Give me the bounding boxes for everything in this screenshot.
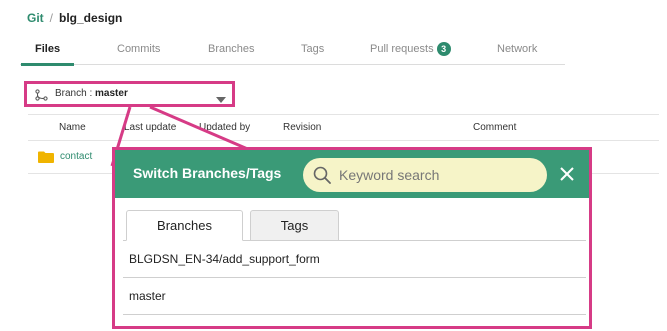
tab-branches[interactable]: Branches	[208, 41, 254, 65]
tab-tags[interactable]: Tags	[301, 41, 324, 65]
file-name-link[interactable]: contact	[60, 151, 92, 162]
repo-tabs: Files Commits Branches Tags Pull request…	[20, 41, 565, 66]
column-revision[interactable]: Revision	[283, 122, 321, 133]
keyword-search-input[interactable]	[339, 165, 535, 185]
pull-requests-count-badge: 3	[436, 42, 451, 56]
tab-tags-modal[interactable]: Tags	[250, 210, 339, 241]
column-comment[interactable]: Comment	[473, 122, 516, 133]
tab-tags-label: Tags	[301, 43, 325, 55]
tab-commits-label: Commits	[117, 43, 161, 55]
tab-commits[interactable]: Commits	[117, 41, 160, 65]
tab-branches-label: Branches	[208, 43, 255, 55]
close-icon[interactable]	[559, 166, 575, 187]
branch-selector[interactable]: Branch : master	[24, 81, 235, 107]
tab-network-label: Network	[497, 43, 538, 55]
branch-list-item[interactable]: master	[123, 278, 586, 315]
branch-selector-label: Branch : master	[55, 88, 128, 99]
tab-pull-requests[interactable]: Pull requests 3	[370, 41, 451, 65]
branch-prefix: Branch :	[55, 88, 93, 99]
branch-icon	[35, 88, 48, 106]
switch-branches-modal: Switch Branches/Tags Branches Tags BLGDS…	[112, 147, 592, 329]
breadcrumb-separator: /	[49, 11, 54, 25]
breadcrumb-root-link[interactable]: Git	[27, 11, 44, 25]
tab-network[interactable]: Network	[497, 41, 537, 65]
search-icon	[313, 166, 331, 189]
tab-pull-requests-label: Pull requests	[370, 43, 434, 55]
folder-icon	[38, 150, 54, 168]
column-updated-by[interactable]: Updated by	[199, 122, 250, 133]
modal-tabs: Branches Tags	[123, 210, 586, 241]
column-name[interactable]: Name	[59, 122, 86, 133]
breadcrumb: Git / blg_design	[27, 11, 122, 25]
column-last-update[interactable]: Last update	[124, 122, 176, 133]
modal-header: Switch Branches/Tags	[115, 150, 589, 198]
current-branch: master	[95, 88, 128, 99]
keyword-search-box[interactable]	[303, 158, 547, 192]
tab-files-label: Files	[35, 43, 61, 55]
tab-files[interactable]: Files	[20, 41, 75, 66]
repo-name: blg_design	[59, 11, 123, 25]
file-table-header: Name Last update Updated by Revision Com…	[28, 114, 659, 141]
modal-title: Switch Branches/Tags	[133, 165, 282, 181]
tab-branches-modal[interactable]: Branches	[126, 210, 243, 241]
caret-down-icon	[216, 90, 226, 108]
branch-list-item[interactable]: BLGDSN_EN-34/add_support_form	[123, 241, 586, 278]
